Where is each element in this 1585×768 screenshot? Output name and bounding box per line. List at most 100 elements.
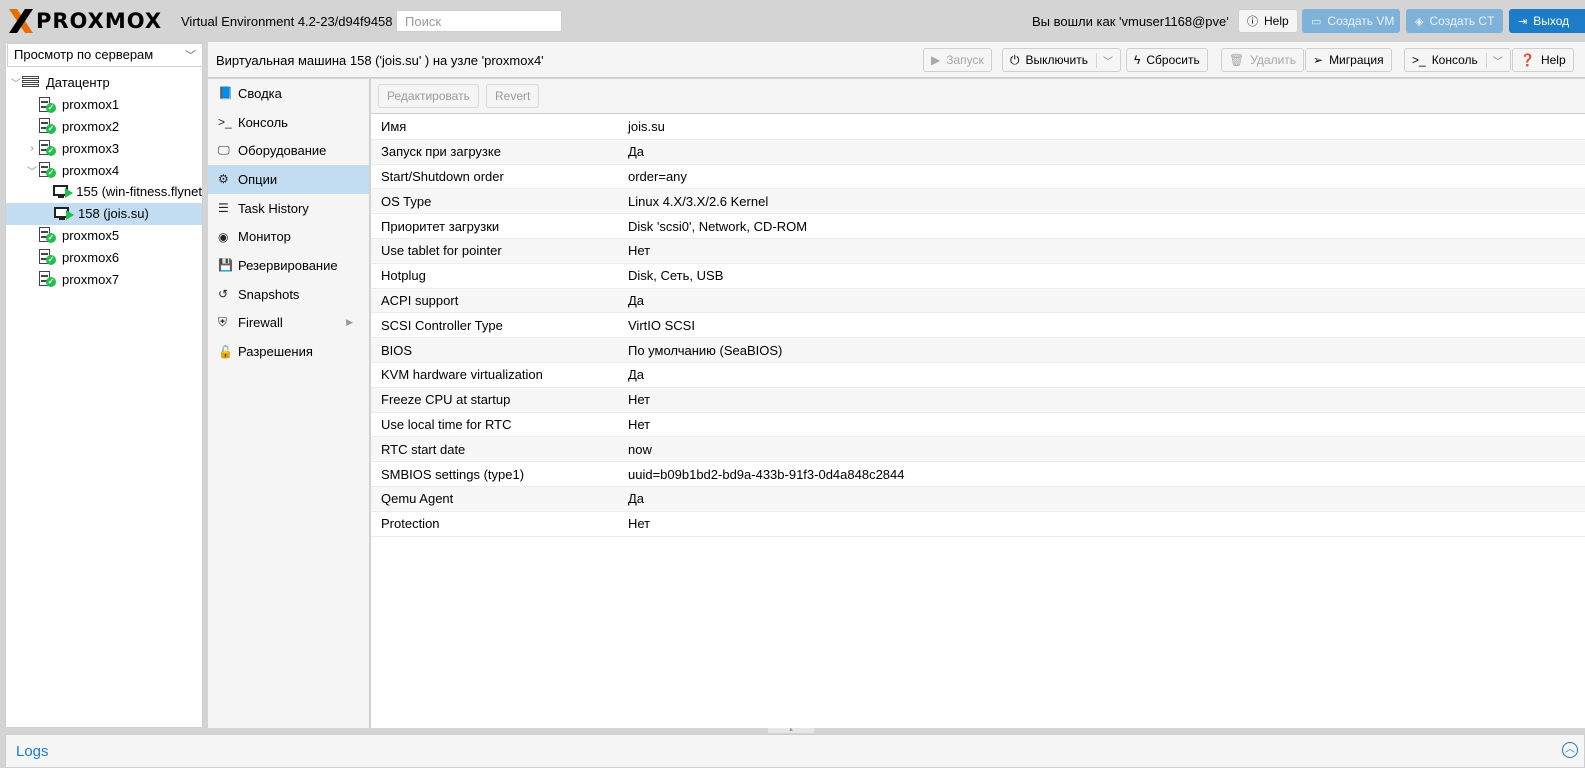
help-button[interactable]: ❓ Help: [1512, 48, 1574, 72]
chevron-down-icon[interactable]: ﹀: [1095, 52, 1113, 68]
logout-label: Выход: [1533, 14, 1570, 28]
nav-item-console[interactable]: >_ Консоль: [208, 108, 369, 137]
nav-item-label: Разрешения: [238, 344, 313, 360]
table-row[interactable]: Protection Нет: [371, 512, 1585, 537]
table-row[interactable]: Имя jois.su: [371, 115, 1585, 140]
nav-item-snapshots[interactable]: ↺ Snapshots: [208, 280, 369, 309]
create-vm-button[interactable]: ▭ Создать VM: [1302, 9, 1400, 33]
list-icon: ☰: [218, 201, 229, 216]
nav-item-label: Task History: [238, 200, 309, 216]
table-row[interactable]: Qemu Agent Да: [371, 486, 1585, 512]
create-ct-button[interactable]: ◈ Создать CT: [1406, 9, 1503, 33]
desktop-icon: ▭: [1311, 15, 1322, 28]
table-row[interactable]: Use local time for RTC Нет: [371, 413, 1585, 438]
table-row[interactable]: SCSI Controller Type VirtIO SCSI: [371, 313, 1585, 339]
table-row[interactable]: KVM hardware virtualization Да: [371, 363, 1585, 388]
history-icon: ↺: [218, 287, 229, 302]
option-value: Да: [628, 367, 645, 383]
table-row[interactable]: OS Type Linux 4.X/3.X/2.6 Kernel: [371, 189, 1585, 215]
option-value: Linux 4.X/3.X/2.6 Kernel: [628, 193, 769, 209]
unlock-icon: 🔓: [218, 344, 233, 359]
chevron-down-icon[interactable]: ﹀: [1485, 52, 1503, 68]
option-key: Имя: [381, 119, 407, 135]
tree-item-node[interactable]: › ✓ proxmox3: [6, 137, 202, 159]
tree-item-node[interactable]: ✓ proxmox6: [6, 246, 202, 268]
table-row[interactable]: RTC start date now: [371, 437, 1585, 463]
delete-button[interactable]: 🗑 Удалить: [1221, 48, 1305, 72]
table-row[interactable]: Use tablet for pointer Нет: [371, 238, 1585, 264]
collapse-handle[interactable]: ▲: [768, 727, 814, 733]
option-key: Приоритет загрузки: [381, 218, 500, 234]
tree-item-node[interactable]: ✓ proxmox5: [6, 225, 202, 247]
option-key: Protection: [381, 516, 440, 532]
tree-item-node[interactable]: ﹀ ✓ proxmox4: [6, 159, 202, 181]
table-row[interactable]: Запуск при загрузке Да: [371, 139, 1585, 165]
floppy-icon: 💾: [218, 258, 233, 273]
search-input[interactable]: [396, 10, 562, 32]
nav-item-backup[interactable]: 💾 Резервирование: [208, 251, 369, 280]
nav-item-monitor[interactable]: ◉ Монитор: [208, 222, 369, 251]
console-button[interactable]: >_ Консоль ﹀: [1404, 48, 1511, 72]
table-row[interactable]: Hotplug Disk, Сеть, USB: [371, 264, 1585, 289]
tree-item-label: proxmox7: [62, 271, 120, 287]
option-key: Use local time for RTC: [381, 416, 512, 432]
server-online-icon: ✓: [38, 271, 56, 288]
resource-tree: ﹀ Датацентр ✓ proxmox1 ✓ proxmox2 › ✓ pr…: [6, 72, 202, 290]
datacenter-icon: [22, 75, 40, 91]
logs-title: Logs: [16, 743, 49, 760]
option-value: Нет: [628, 516, 651, 532]
tree-item-node[interactable]: ✓ proxmox2: [6, 116, 202, 138]
expand-arrow-icon[interactable]: ›: [26, 143, 38, 154]
vm-running-icon: [53, 184, 74, 200]
view-select-value: Просмотр по серверам: [14, 47, 154, 62]
vm-config-nav: 📘 Сводка >_ Консоль 🖵 Оборудование ⚙ Опц…: [208, 79, 370, 728]
tree-item-vm[interactable]: 155 (win-fitness.flynet: [6, 181, 202, 203]
tree-item-vm-selected[interactable]: 158 (jois.su): [6, 202, 202, 225]
option-key: SMBIOS settings (type1): [381, 466, 525, 482]
nav-item-firewall[interactable]: ⛨ Firewall ▶: [208, 309, 369, 338]
vm-running-icon: [54, 206, 74, 222]
server-online-icon: ✓: [38, 140, 56, 157]
table-row[interactable]: Freeze CPU at startup Нет: [371, 387, 1585, 413]
version-label: Virtual Environment 4.2-23/d94f9458: [181, 14, 393, 29]
tree-item-node[interactable]: ✓ proxmox1: [6, 94, 202, 116]
tree-item-label: 158 (jois.su): [78, 206, 149, 222]
tree-item-label: proxmox2: [62, 118, 120, 134]
nav-item-permissions[interactable]: 🔓 Разрешения: [208, 337, 369, 366]
table-row[interactable]: SMBIOS settings (type1) uuid=b09b1bd2-bd9…: [371, 462, 1585, 487]
start-button[interactable]: ▶ Запуск: [923, 48, 992, 72]
collapse-arrow-icon[interactable]: ﹀: [26, 163, 38, 178]
revert-button[interactable]: Revert: [486, 84, 540, 108]
top-header: PROXMOX Virtual Environment 4.2-23/d94f9…: [0, 0, 1585, 42]
nav-item-label: Сводка: [238, 85, 282, 101]
nav-item-summary[interactable]: 📘 Сводка: [208, 79, 369, 108]
nav-item-task-history[interactable]: ☰ Task History: [208, 194, 369, 223]
table-row[interactable]: ACPI support Да: [371, 288, 1585, 314]
edit-button[interactable]: Редактировать: [378, 84, 479, 108]
option-key: KVM hardware virtualization: [381, 367, 543, 383]
table-row[interactable]: Start/Shutdown order order=any: [371, 165, 1585, 190]
table-row[interactable]: Приоритет загрузки Disk 'scsi0', Network,…: [371, 214, 1585, 239]
play-icon: ▶: [931, 53, 941, 67]
chevron-up-icon[interactable]: ︿: [1562, 742, 1578, 758]
collapse-arrow-icon[interactable]: ﹀: [10, 75, 22, 90]
tree-item-label: 155 (win-fitness.flynet: [76, 184, 202, 200]
view-select[interactable]: Просмотр по серверам ﹀: [7, 43, 203, 67]
nav-item-hardware[interactable]: 🖵 Оборудование: [208, 136, 369, 165]
trash-icon: 🗑: [1229, 53, 1245, 67]
option-value: Disk 'scsi0', Network, CD-ROM: [628, 218, 808, 234]
reset-button-label: Сбросить: [1146, 53, 1200, 67]
terminal-icon: >_: [218, 115, 232, 130]
tree-item-datacenter[interactable]: ﹀ Датацентр: [6, 72, 202, 94]
nav-item-options[interactable]: ⚙ Опции: [208, 165, 369, 194]
shutdown-button[interactable]: ⏻ Выключить ﹀: [1002, 48, 1121, 72]
migrate-button[interactable]: ➢ Миграция: [1305, 48, 1392, 72]
table-row[interactable]: BIOS По умолчанию (SeaBIOS): [371, 338, 1585, 363]
tree-item-node[interactable]: ✓ proxmox7: [6, 268, 202, 290]
sign-out-icon: ⇥: [1518, 15, 1528, 28]
logout-button[interactable]: ⇥ Выход: [1509, 9, 1585, 33]
help-button[interactable]: ⓘ Help: [1238, 9, 1298, 33]
reset-button[interactable]: ϟ Сбросить: [1126, 48, 1208, 72]
tree-item-label: Датацентр: [46, 75, 110, 91]
tree-item-label: proxmox1: [62, 97, 120, 113]
